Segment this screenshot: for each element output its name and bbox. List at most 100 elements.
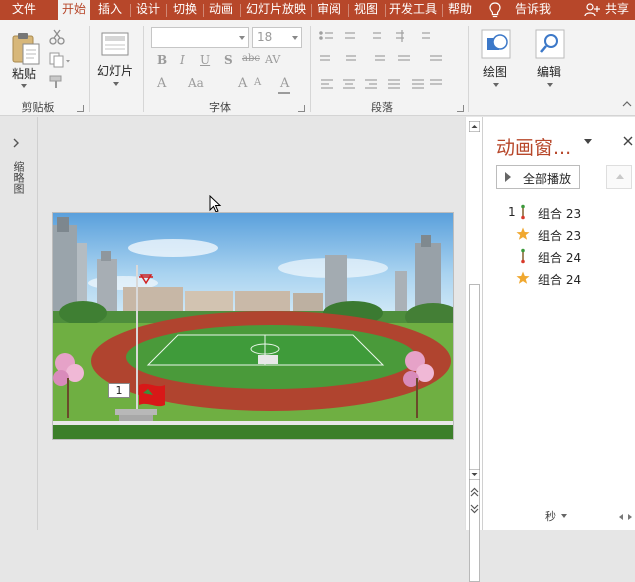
scrollbar-thumb[interactable] xyxy=(469,284,480,582)
tab-transitions[interactable]: 切换 xyxy=(169,0,201,20)
animation-pane-title: 动画窗... xyxy=(496,137,572,159)
new-slide-dropdown-caret[interactable] xyxy=(113,82,119,86)
editing-search-icon[interactable] xyxy=(535,29,565,59)
tab-separator xyxy=(240,4,241,17)
format-painter-icon[interactable] xyxy=(48,74,66,90)
paste-button[interactable]: 粘贴 xyxy=(12,65,36,82)
play-all-button[interactable]: 全部播放 xyxy=(496,165,580,189)
font-dialog-launcher[interactable] xyxy=(298,105,305,112)
share-button[interactable]: 共享 xyxy=(602,0,632,20)
clipboard-dialog-launcher[interactable] xyxy=(77,105,84,112)
slide-canvas[interactable]: 1 xyxy=(52,212,454,440)
slide-vertical-scrollbar[interactable] xyxy=(465,117,482,582)
tab-separator xyxy=(442,4,443,17)
move-up-button[interactable] xyxy=(606,165,632,189)
animation-list-item[interactable]: 组合 24 xyxy=(483,268,635,290)
play-icon xyxy=(505,172,511,182)
tab-animations[interactable]: 动画 xyxy=(205,0,237,20)
ribbon-tab-bar: 文件 开始 插入 设计 切换 动画 幻灯片放映 审阅 视图 开发工具 帮助 告诉… xyxy=(0,0,635,20)
tab-insert[interactable]: 插入 xyxy=(94,0,126,20)
scroll-up-arrow-icon[interactable] xyxy=(469,121,480,132)
decrease-font-size-icon[interactable]: A xyxy=(254,77,261,88)
play-all-label: 全部播放 xyxy=(523,172,572,186)
animation-list-item[interactable]: 组合 24 xyxy=(483,246,635,268)
tab-review[interactable]: 审阅 xyxy=(313,0,345,20)
font-size-value: 18 xyxy=(257,30,273,44)
previous-slide-icon[interactable] xyxy=(469,486,480,498)
timeline-scroll-right-icon[interactable] xyxy=(628,514,632,520)
paragraph-group-label: 段落 xyxy=(371,101,393,114)
font-group-label: 字体 xyxy=(209,101,231,114)
underline-icon[interactable]: U xyxy=(200,53,210,67)
paste-clipboard-icon[interactable] xyxy=(10,31,42,67)
new-slide-button[interactable]: 幻灯片 xyxy=(97,62,133,79)
seconds-timeline-label[interactable]: 秒 xyxy=(545,508,556,524)
share-person-icon[interactable] xyxy=(584,2,600,18)
paragraph-dialog-launcher[interactable] xyxy=(457,105,464,112)
tab-help[interactable]: 帮助 xyxy=(444,0,476,20)
pane-options-chevron-down-icon[interactable] xyxy=(584,139,592,144)
paste-dropdown-caret[interactable] xyxy=(21,84,27,88)
tab-view[interactable]: 视图 xyxy=(350,0,382,20)
tab-separator xyxy=(130,4,131,17)
animation-trigger-tag[interactable]: 1 xyxy=(108,383,130,398)
animation-list-item[interactable]: 1 组合 23 xyxy=(483,202,635,224)
clipboard-group-label: 剪贴板 xyxy=(21,101,55,114)
animation-item-label: 组合 23 xyxy=(538,207,582,221)
group-separator xyxy=(468,26,469,112)
clear-formatting-icon[interactable]: A xyxy=(157,76,166,91)
thumbnail-pane-label[interactable]: 缩略图 xyxy=(10,161,25,194)
copy-icon[interactable] xyxy=(48,51,72,69)
tell-me-search[interactable]: 告诉我 xyxy=(512,0,554,20)
drawing-shapes-icon[interactable] xyxy=(481,29,511,59)
drawing-button[interactable]: 绘图 xyxy=(483,63,507,80)
cut-scissors-icon[interactable] xyxy=(48,28,66,46)
thumbnail-pane-collapsed: 缩略图 xyxy=(0,117,38,530)
tab-separator xyxy=(348,4,349,17)
group-separator xyxy=(143,26,144,112)
ribbon: 粘贴 剪贴板 幻灯片 18 B I U S abc AV A Aa A A A … xyxy=(0,20,635,116)
italic-icon[interactable]: I xyxy=(180,53,185,67)
chevron-down-icon xyxy=(292,36,298,40)
character-spacing-icon[interactable]: AV xyxy=(265,53,280,66)
font-name-combobox[interactable] xyxy=(151,27,249,48)
change-case-icon[interactable]: Aa xyxy=(188,76,204,90)
tab-design[interactable]: 设计 xyxy=(133,0,163,20)
timeline-scroll-left-icon[interactable] xyxy=(619,514,623,520)
editing-button[interactable]: 编辑 xyxy=(537,63,561,80)
font-size-combobox[interactable]: 18 xyxy=(252,27,302,48)
animation-list-item[interactable]: 组合 23 xyxy=(483,224,635,246)
path-line-icon xyxy=(521,248,525,264)
scroll-down-arrow-icon[interactable] xyxy=(469,469,480,480)
animation-item-label: 组合 24 xyxy=(538,251,582,265)
close-icon[interactable] xyxy=(622,135,634,147)
tab-developer[interactable]: 开发工具 xyxy=(386,0,440,20)
group-separator xyxy=(89,26,90,112)
seconds-chevron-down-icon[interactable] xyxy=(561,514,567,518)
tab-separator xyxy=(203,4,204,17)
bold-icon[interactable]: B xyxy=(157,53,167,67)
next-slide-icon[interactable] xyxy=(469,503,480,515)
drawing-dropdown-caret[interactable] xyxy=(493,83,499,87)
chevron-down-icon xyxy=(239,36,245,40)
tab-home[interactable]: 开始 xyxy=(58,0,90,20)
strikethrough-icon[interactable]: abc xyxy=(242,53,260,64)
tab-slideshow[interactable]: 幻灯片放映 xyxy=(243,0,309,20)
paragraph-tools-icon[interactable] xyxy=(318,28,468,98)
collapse-ribbon-icon[interactable] xyxy=(622,100,632,108)
animation-item-number: 1 xyxy=(508,205,516,219)
tab-separator xyxy=(166,4,167,17)
chevron-right-icon[interactable] xyxy=(11,137,21,149)
text-shadow-icon[interactable]: S xyxy=(224,53,233,67)
increase-font-size-icon[interactable]: A xyxy=(238,76,247,91)
new-slide-icon[interactable] xyxy=(101,31,129,59)
star-icon xyxy=(516,271,530,284)
animation-item-label: 组合 24 xyxy=(538,273,582,287)
editing-dropdown-caret[interactable] xyxy=(547,83,553,87)
font-color-swatch xyxy=(278,92,290,94)
lightbulb-icon[interactable] xyxy=(488,1,502,19)
font-color-icon[interactable]: A xyxy=(280,76,289,91)
tab-file[interactable]: 文件 xyxy=(2,0,46,20)
slide-stadium-picture xyxy=(53,213,453,439)
star-icon xyxy=(516,227,530,240)
